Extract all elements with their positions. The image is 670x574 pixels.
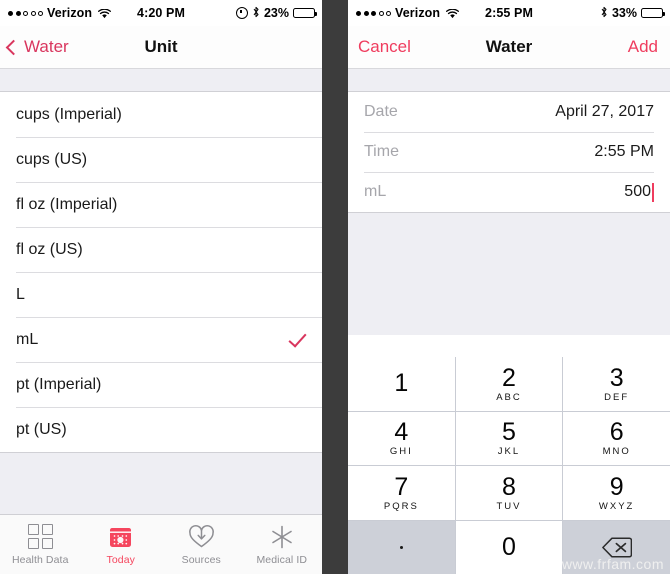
key-0[interactable]: 0 (455, 520, 563, 574)
key-number: 1 (394, 369, 409, 398)
field-label: Time (364, 143, 399, 160)
key-number: 0 (502, 533, 516, 562)
key-2[interactable]: 2 ABC (455, 357, 563, 411)
key-number: 3 (609, 363, 624, 392)
key-letters: WXYZ (598, 500, 635, 512)
grid-squares-icon (25, 523, 55, 550)
key-8[interactable]: 8 TUV (455, 466, 563, 520)
unit-label: fl oz (US) (16, 240, 83, 258)
tab-sources[interactable]: Sources (161, 523, 242, 566)
form-row-date[interactable]: Date April 27, 2017 (348, 92, 670, 132)
list-item[interactable]: pt (US) (0, 407, 322, 452)
unit-label: cups (US) (16, 150, 88, 168)
form-row-amount[interactable]: mL 500 (348, 172, 670, 212)
unit-label: mL (16, 330, 39, 348)
panel-divider (322, 0, 348, 574)
list-item[interactable]: pt (Imperial) (0, 362, 322, 407)
tab-label: Medical ID (256, 554, 308, 566)
key-number: 7 (394, 472, 409, 501)
backspace-delete-icon (601, 537, 632, 558)
form-row-time[interactable]: Time 2:55 PM (348, 132, 670, 172)
tab-label: Health Data (11, 554, 69, 566)
unit-label: pt (Imperial) (16, 375, 102, 393)
unit-list: cups (Imperial) cups (US) fl oz (Imperia… (0, 92, 322, 452)
add-button[interactable]: Add (628, 37, 658, 57)
list-item[interactable]: cups (Imperial) (0, 92, 322, 137)
right-status-indicators: 33% (600, 6, 665, 20)
left-phone-screen: Verizon 4:20 PM 23% Water Unit cups (Imp… (0, 0, 322, 574)
key-letters: MNO (602, 446, 631, 458)
checkmark-icon (288, 328, 307, 348)
key-letters: PQRS (383, 500, 419, 512)
field-value: 2:55 PM (594, 143, 654, 160)
key-decimal-point[interactable] (348, 520, 455, 574)
list-item[interactable]: fl oz (US) (0, 227, 322, 272)
tab-medical-id[interactable]: Medical ID (242, 523, 323, 566)
key-letters: TUV (496, 500, 522, 512)
key-9[interactable]: 9 WXYZ (563, 466, 670, 520)
page-title: Water (485, 37, 533, 56)
list-item[interactable]: L (0, 272, 322, 317)
text-cursor (652, 182, 654, 202)
right-phone-screen: Verizon 2:55 PM 33% Cancel Water Add Dat… (348, 0, 670, 574)
key-6[interactable]: 6 MNO (563, 411, 670, 465)
medical-asterisk-icon (267, 523, 297, 550)
page-title: Unit (144, 37, 178, 56)
key-number: 4 (394, 418, 409, 447)
battery-icon (293, 8, 317, 18)
amount-input[interactable]: 500 (624, 182, 654, 202)
calendar-icon (106, 523, 136, 550)
list-item-selected[interactable]: mL (0, 317, 322, 362)
table-section-header (0, 69, 322, 92)
unit-label: pt (US) (16, 420, 67, 438)
key-letters: JKL (497, 446, 521, 458)
period-icon (399, 545, 403, 549)
tab-today[interactable]: Today (81, 523, 162, 566)
field-label: Date (364, 103, 398, 120)
key-1[interactable]: 1 (348, 357, 455, 411)
key-number: 6 (609, 418, 624, 447)
heart-download-icon (186, 523, 216, 550)
right-nav-bar: Cancel Water Add (348, 26, 670, 69)
bluetooth-icon (600, 6, 608, 20)
form-empty-space (348, 212, 670, 335)
unit-label: fl oz (Imperial) (16, 195, 118, 213)
key-3[interactable]: 3 DEF (563, 357, 670, 411)
right-battery-percent: 33% (611, 6, 637, 20)
key-letters: DEF (604, 391, 630, 403)
key-number: 5 (502, 418, 516, 447)
key-backspace[interactable] (563, 520, 670, 574)
tab-health-data[interactable]: Health Data (0, 523, 81, 566)
left-status-indicators: 23% (235, 6, 317, 20)
tab-label: Sources (181, 554, 221, 566)
key-7[interactable]: 7 PQRS (348, 466, 455, 520)
key-4[interactable]: 4 GHI (348, 411, 455, 465)
right-status-bar: Verizon 2:55 PM 33% (348, 0, 670, 26)
numeric-keypad: 1 2 ABC 3 DEF 4 GHI 5 JKL 6 MNO 7 PQRS 8… (348, 357, 670, 574)
left-status-bar: Verizon 4:20 PM 23% (0, 0, 322, 26)
field-value: April 27, 2017 (555, 103, 654, 120)
dual-screenshot: Verizon 4:20 PM 23% Water Unit cups (Imp… (0, 0, 670, 574)
key-number: 9 (609, 472, 624, 501)
key-5[interactable]: 5 JKL (455, 411, 563, 465)
key-number: 8 (502, 472, 516, 501)
battery-icon (641, 8, 665, 18)
left-battery-percent: 23% (263, 6, 289, 20)
key-number: 2 (502, 363, 516, 392)
tab-bar: Health Data Today Sources Medical ID (0, 514, 322, 574)
water-entry-form: Date April 27, 2017 Time 2:55 PM mL 500 (348, 92, 670, 212)
alarm-clock-icon (235, 7, 248, 19)
bluetooth-icon (252, 6, 260, 20)
amount-value: 500 (624, 183, 651, 200)
form-section-header (348, 69, 670, 92)
key-letters: ABC (496, 391, 522, 403)
key-letters: GHI (389, 446, 413, 458)
unit-label: L (16, 285, 25, 303)
tab-label: Today (106, 554, 136, 566)
field-label: mL (364, 183, 387, 200)
left-nav-bar: Water Unit (0, 26, 322, 69)
list-item[interactable]: cups (US) (0, 137, 322, 182)
list-item[interactable]: fl oz (Imperial) (0, 182, 322, 227)
unit-label: cups (Imperial) (16, 105, 122, 123)
